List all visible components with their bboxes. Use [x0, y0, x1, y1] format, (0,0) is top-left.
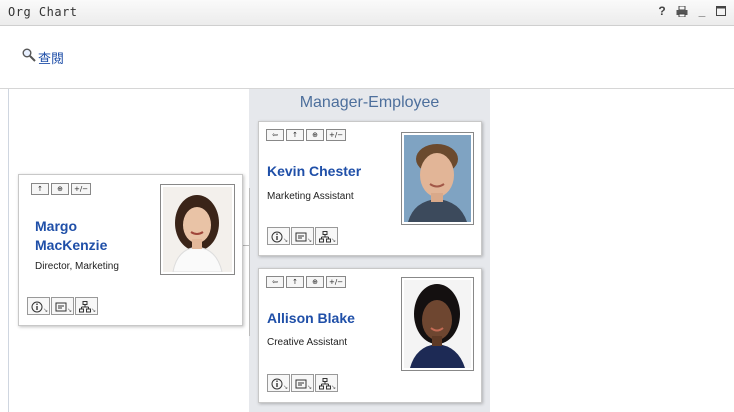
up-button[interactable]: ↑	[31, 183, 49, 195]
left-border	[8, 89, 9, 412]
up-button[interactable]: ↑	[286, 129, 304, 141]
info-icon[interactable]: ↘	[267, 227, 290, 245]
email-icon[interactable]: ↘	[291, 227, 314, 245]
card-toolbar: ⇦ ↑ ⊕ +/−	[266, 129, 347, 141]
person-name[interactable]: Margo MacKenzie	[35, 217, 107, 255]
email-icon[interactable]: ↘	[51, 297, 74, 315]
expand-reports-button[interactable]: ⊕	[51, 183, 69, 195]
employee-card: ⇦ ↑ ⊕ +/− Kevin Chester Marketing Assist…	[258, 121, 482, 256]
person-photo	[401, 132, 474, 225]
email-icon[interactable]: ↘	[291, 374, 314, 392]
connector-line	[249, 188, 250, 336]
org-chart-icon[interactable]: ↘	[315, 374, 338, 392]
person-name[interactable]: Kevin Chester	[267, 162, 361, 181]
person-photo	[401, 277, 474, 371]
query-label[interactable]: 查閱	[38, 48, 64, 67]
person-title: Director, Marketing	[35, 261, 119, 272]
employee-card: ⇦ ↑ ⊕ +/− Allison Blake Creative Assista…	[258, 268, 482, 403]
person-title: Creative Assistant	[267, 337, 348, 348]
help-icon[interactable]: ?	[656, 4, 668, 18]
person-name[interactable]: Allison Blake	[267, 309, 355, 328]
up-button[interactable]: ↑	[286, 276, 304, 288]
info-icon[interactable]: ↘	[27, 297, 50, 315]
magnifier-icon	[22, 48, 36, 67]
expand-reports-button[interactable]: ⊕	[306, 276, 324, 288]
toggle-button[interactable]: +/−	[326, 276, 347, 288]
panel-title: Manager-Employee	[299, 94, 440, 111]
card-actions: ↘ ↘ ↘	[27, 297, 99, 315]
window-title: Org Chart	[8, 5, 78, 19]
card-toolbar: ⇦ ↑ ⊕ +/−	[266, 276, 347, 288]
org-chart-icon[interactable]: ↘	[315, 227, 338, 245]
org-chart-icon[interactable]: ↘	[75, 297, 98, 315]
restore-button[interactable]: ⇦	[266, 129, 284, 141]
minimize-icon[interactable]: _	[696, 4, 708, 18]
manager-card: ↑ ⊕ +/− Margo MacKenzie Director, Market…	[18, 174, 243, 326]
maximize-icon[interactable]	[716, 6, 728, 16]
restore-button[interactable]: ⇦	[266, 276, 284, 288]
query-link[interactable]: 查閱	[22, 48, 64, 67]
window-controls: ? _	[656, 4, 728, 18]
info-icon[interactable]: ↘	[267, 374, 290, 392]
print-icon[interactable]	[676, 5, 688, 17]
toggle-button[interactable]: +/−	[326, 129, 347, 141]
toggle-button[interactable]: +/−	[71, 183, 92, 195]
person-photo	[160, 184, 235, 275]
card-actions: ↘ ↘ ↘	[267, 227, 339, 245]
expand-reports-button[interactable]: ⊕	[306, 129, 324, 141]
card-actions: ↘ ↘ ↘	[267, 374, 339, 392]
window-titlebar: Org Chart ? _	[0, 0, 734, 26]
card-toolbar: ↑ ⊕ +/−	[31, 183, 92, 195]
person-title: Marketing Assistant	[267, 191, 354, 202]
